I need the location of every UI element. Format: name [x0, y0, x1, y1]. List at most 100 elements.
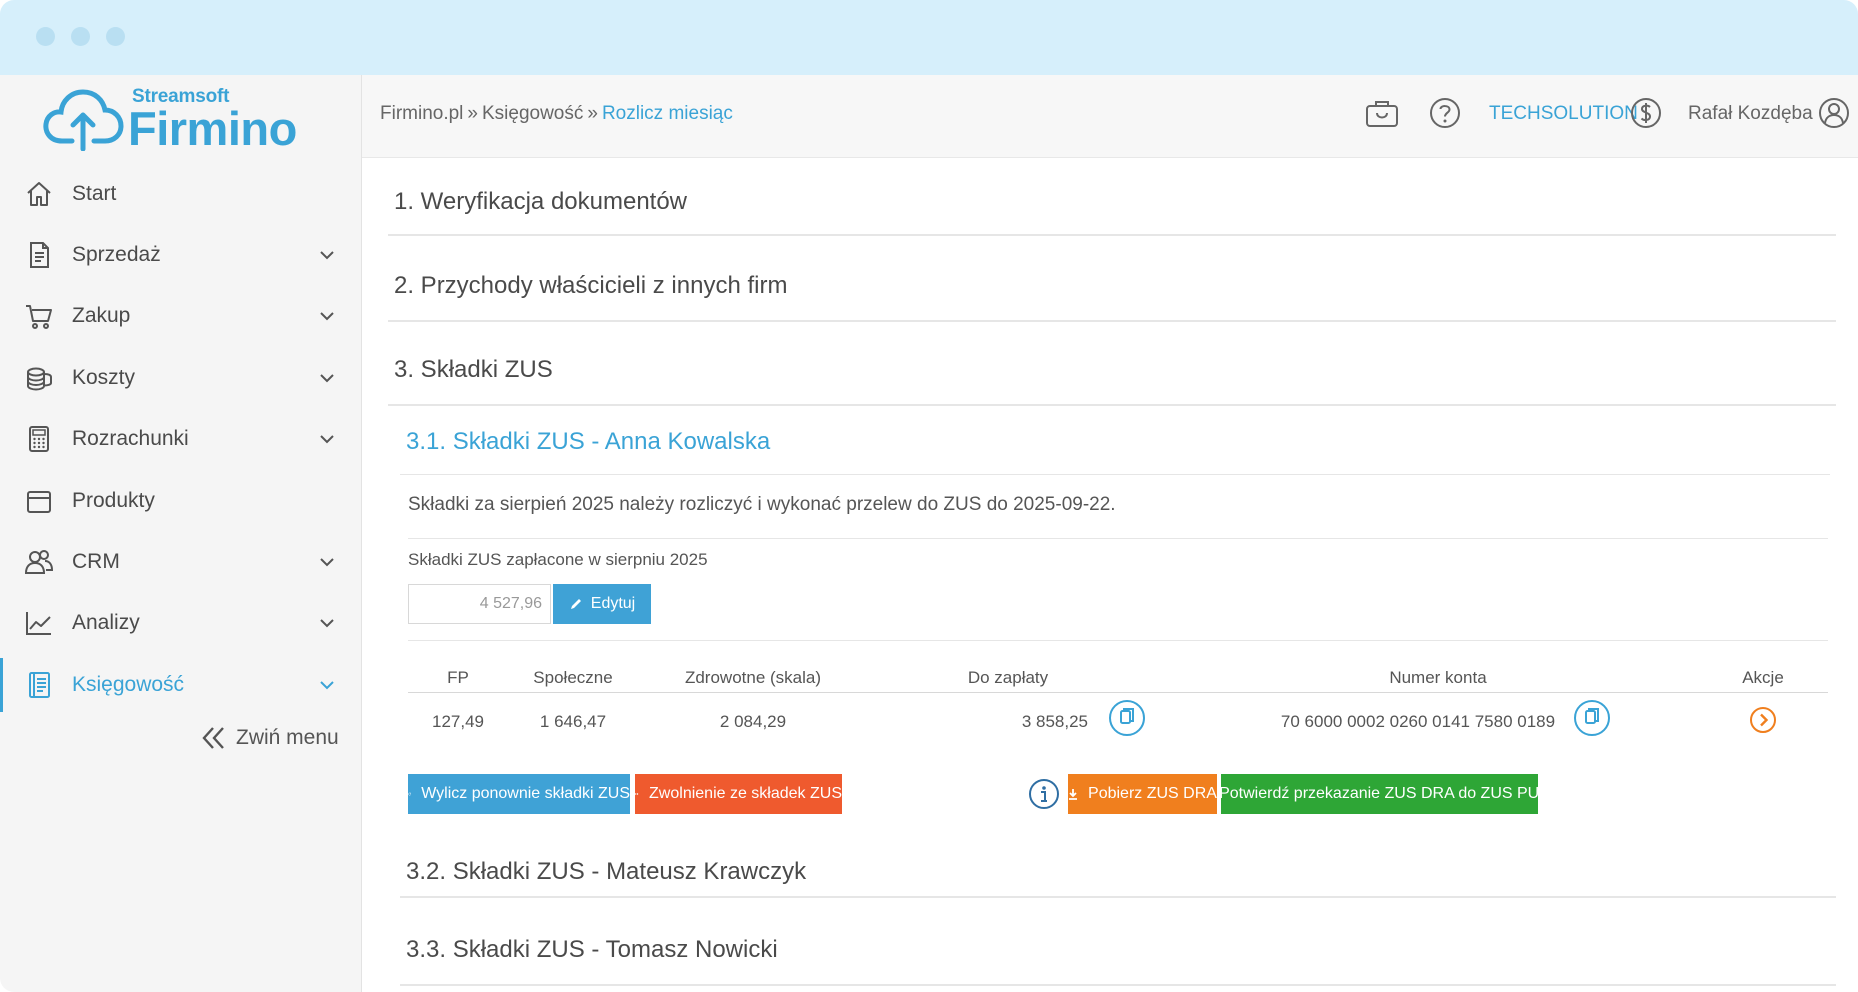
refresh-icon	[408, 792, 412, 796]
ledger-icon	[29, 671, 50, 698]
coins-icon	[27, 367, 52, 391]
divider	[400, 896, 1836, 898]
divider	[400, 984, 1836, 986]
document-icon	[30, 242, 49, 269]
sidebar-nav: Start Sprzedaż Zakup Koszty Rozrachunki	[0, 163, 362, 716]
chevron-down-icon	[320, 619, 334, 628]
table-cell-numer-konta: 70 6000 0002 0260 0141 7580 0189	[1280, 712, 1556, 731]
recalc-zus-button[interactable]: Wylicz ponownie składki ZUS	[408, 774, 630, 814]
sidebar-item-label: Koszty	[72, 365, 136, 389]
sidebar-item-label: Rozrachunki	[72, 427, 189, 451]
double-chevron-left-icon	[202, 727, 224, 749]
cart-icon	[26, 305, 52, 330]
zus-subsection-title[interactable]: 3.2. Składki ZUS - Mateusz Krawczyk	[406, 858, 806, 886]
table-header-fp: FP	[447, 668, 469, 687]
collapse-menu-label: Zwiń menu	[236, 726, 339, 749]
briefcase-icon[interactable]	[1364, 95, 1400, 131]
action-arrow-icon[interactable]	[1749, 706, 1777, 734]
chevron-down-icon	[320, 681, 334, 690]
chevron-down-icon	[320, 558, 334, 567]
sidebar-item-analizy[interactable]: Analizy	[0, 593, 362, 654]
forward-icon	[635, 792, 639, 796]
user-name[interactable]: Rafał Kozdęba	[1688, 103, 1813, 125]
sidebar-item-produkty[interactable]: Produkty	[0, 470, 362, 531]
chart-icon	[26, 612, 51, 636]
zus-exemption-button[interactable]: Zwolnienie ze składek ZUS	[635, 774, 842, 814]
table-cell-zdrowotne: 2 084,29	[719, 712, 787, 731]
divider	[400, 474, 1830, 475]
window-maximize-dot[interactable]	[106, 27, 125, 46]
company-name[interactable]: TECHSOLUTION	[1489, 103, 1638, 125]
chevron-down-icon	[320, 374, 334, 383]
sidebar-item-crm[interactable]: CRM	[0, 531, 362, 592]
zus-paid-label: Składki ZUS zapłacone w sierpniu 2025	[408, 550, 708, 569]
divider	[408, 640, 1828, 641]
sidebar-item-label: Start	[72, 181, 117, 205]
breadcrumb-item[interactable]: Księgowość	[482, 103, 583, 124]
table-header-do-zaplaty: Do zapłaty	[967, 668, 1049, 687]
breadcrumb: Firmino.pl» Księgowość» Rozlicz miesiąc	[380, 103, 733, 125]
pencil-icon	[570, 599, 581, 609]
sidebar-item-koszty[interactable]: Koszty	[0, 347, 362, 408]
app-window: Streamsoft Firmino Start Sprzedaż Zakup …	[0, 0, 1858, 992]
sidebar-item-start[interactable]: Start	[0, 163, 362, 224]
sidebar-item-rozrachunki[interactable]: Rozrachunki	[0, 409, 362, 470]
recalc-zus-label: Wylicz ponownie składki ZUS	[421, 785, 630, 802]
zus-subsection-title[interactable]: 3.3. Składki ZUS - Tomasz Nowicki	[406, 936, 778, 964]
window-close-dot[interactable]	[36, 27, 55, 46]
download-icon	[1069, 789, 1078, 800]
table-header-akcje: Akcje	[1742, 668, 1784, 687]
sidebar-item-label: Analizy	[72, 611, 140, 635]
box-icon	[27, 490, 51, 513]
breadcrumb-separator: »	[467, 103, 478, 124]
table-header-spoleczne: Społeczne	[533, 668, 613, 687]
user-avatar-icon[interactable]	[1816, 95, 1852, 131]
sidebar-item-sprzedaz[interactable]: Sprzedaż	[0, 224, 362, 285]
confirm-zus-dra-button[interactable]: Potwierdź przekazanie ZUS DRA do ZUS PUE	[1219, 774, 1550, 814]
users-icon	[24, 550, 54, 575]
table-header-zdrowotne: Zdrowotne (skala)	[684, 668, 822, 687]
confirm-zus-dra-label: Potwierdź przekazanie ZUS DRA do ZUS PUE	[1219, 785, 1550, 802]
table-cell-do-zaplaty: 3 858,25	[1021, 712, 1088, 731]
collapse-menu-button[interactable]: Zwiń menu	[200, 725, 339, 751]
app-logo[interactable]: Streamsoft Firmino	[42, 81, 322, 155]
copy-account-icon[interactable]	[1573, 699, 1611, 737]
sidebar-item-ksiegowosc[interactable]: Księgowość	[0, 654, 362, 715]
zus-exemption-label: Zwolnienie ze składek ZUS	[649, 785, 842, 802]
sidebar-item-label: Księgowość	[72, 672, 185, 696]
top-header: Firmino.pl» Księgowość» Rozlicz miesiąc TE…	[362, 75, 1858, 158]
section-przychody[interactable]: 2. Przychody właścicieli z innych firm	[388, 236, 1836, 322]
divider	[408, 538, 1828, 539]
table-header-divider	[408, 692, 1828, 693]
zus-deadline-info: Składki za sierpień 2025 należy rozliczy…	[408, 494, 1116, 515]
section-title: 3. Składki ZUS	[394, 356, 553, 383]
table-cell-fp: 127,49	[432, 712, 484, 731]
sidebar: Streamsoft Firmino Start Sprzedaż Zakup …	[0, 75, 362, 992]
chevron-down-icon	[320, 312, 334, 321]
home-icon	[27, 181, 51, 206]
copy-amount-icon[interactable]	[1108, 699, 1146, 737]
sidebar-item-label: Zakup	[72, 304, 131, 328]
cloud-logo-icon	[43, 89, 124, 151]
download-zus-dra-button[interactable]: Pobierz ZUS DRA	[1068, 774, 1217, 814]
table-cell-spoleczne: 1 646,47	[539, 712, 607, 731]
download-zus-dra-label: Pobierz ZUS DRA	[1088, 785, 1217, 802]
chevron-down-icon	[320, 251, 334, 260]
currency-icon[interactable]	[1628, 95, 1664, 131]
help-icon[interactable]	[1427, 95, 1463, 131]
edit-button[interactable]: Edytuj	[553, 584, 651, 624]
window-titlebar	[0, 0, 1858, 75]
zus-paid-input[interactable]: 4 527,96	[408, 584, 551, 624]
section-weryfikacja[interactable]: 1. Weryfikacja dokumentów	[388, 158, 1836, 236]
sidebar-item-label: Sprzedaż	[72, 243, 161, 267]
zus-subsection-title-active[interactable]: 3.1. Składki ZUS - Anna Kowalska	[406, 428, 770, 456]
logo-title: Firmino	[128, 102, 297, 155]
info-icon[interactable]	[1028, 778, 1060, 810]
sidebar-item-label: CRM	[72, 550, 120, 574]
section-skladki-zus[interactable]: 3. Składki ZUS	[388, 322, 1836, 406]
window-minimize-dot[interactable]	[71, 27, 90, 46]
breadcrumb-item[interactable]: Firmino.pl	[380, 103, 463, 124]
calculator-icon	[29, 426, 49, 453]
section-title: 2. Przychody właścicieli z innych firm	[394, 272, 788, 299]
sidebar-item-zakup[interactable]: Zakup	[0, 286, 362, 347]
